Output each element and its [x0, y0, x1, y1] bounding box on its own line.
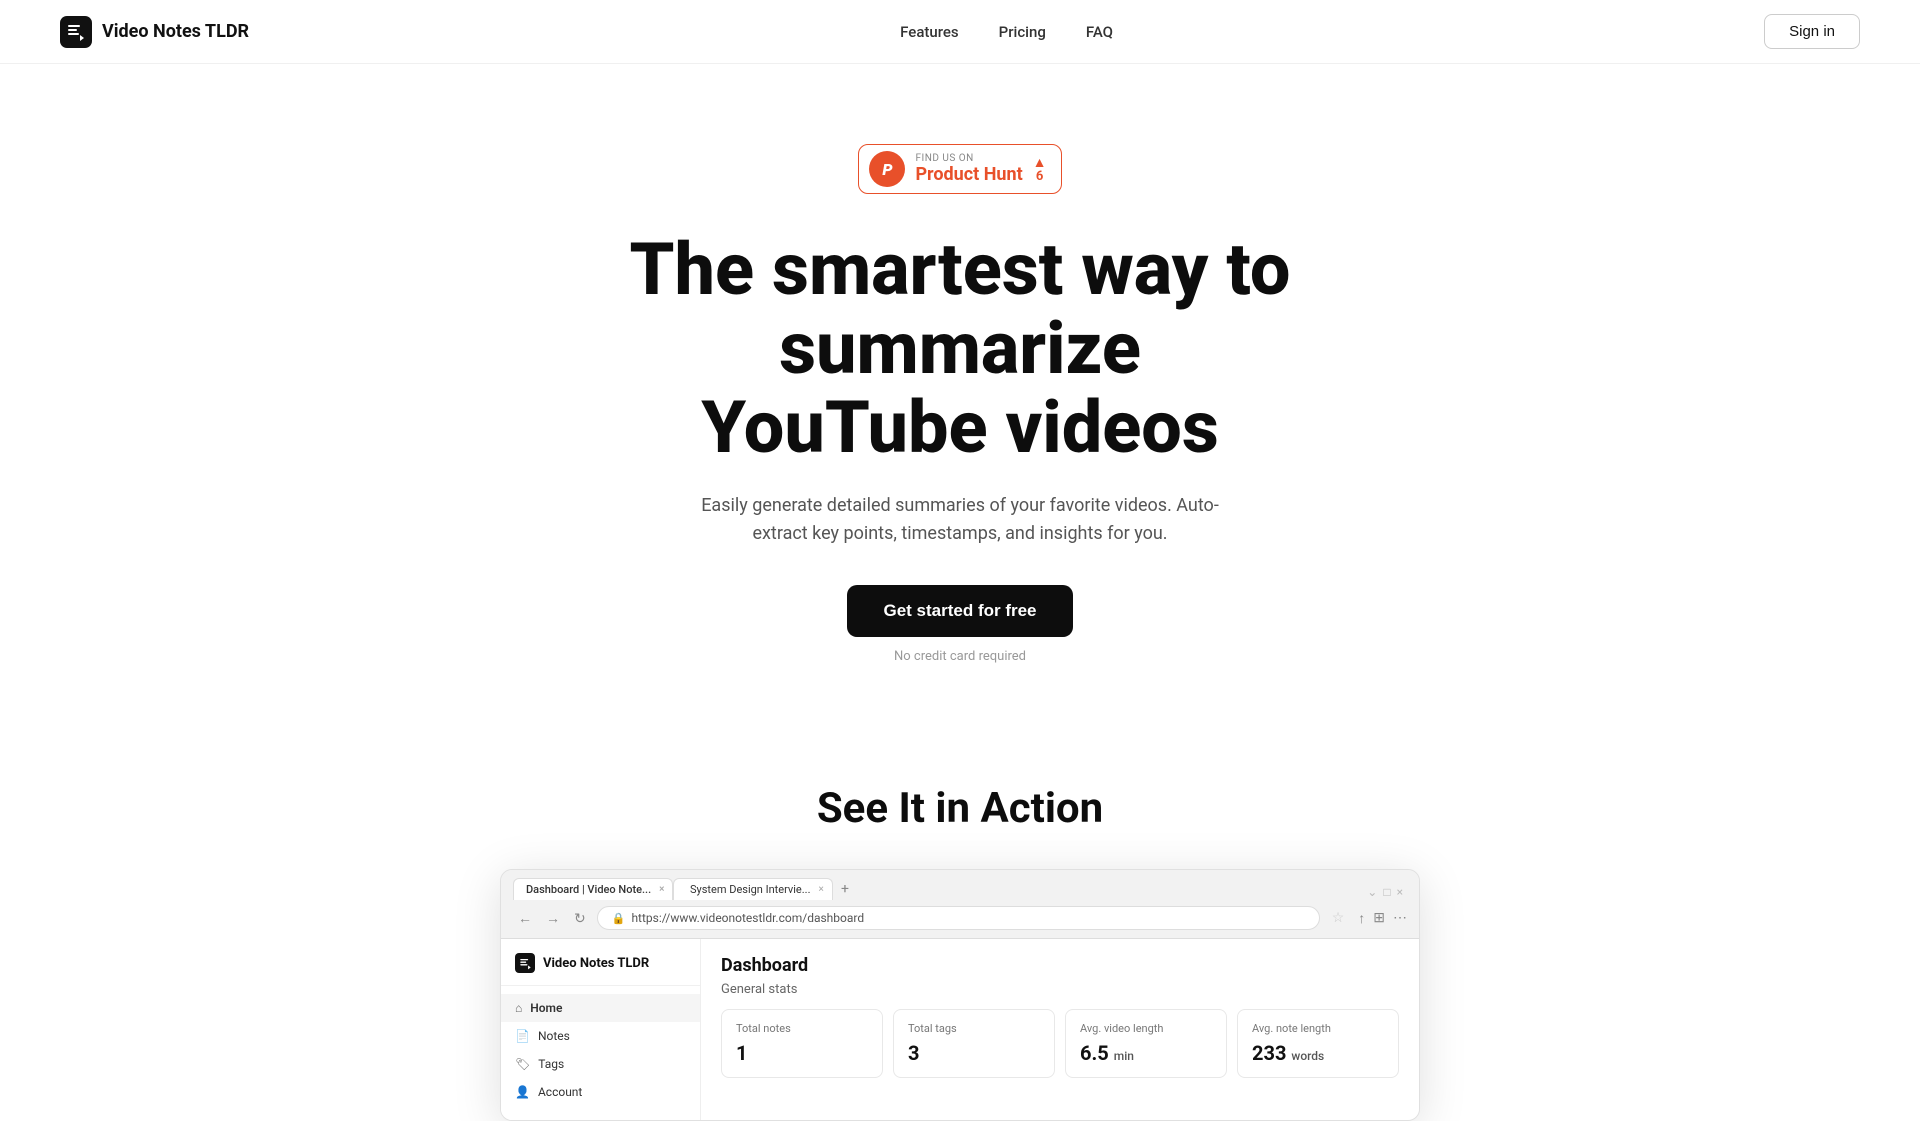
dashboard-title: Dashboard: [721, 955, 1399, 976]
tab-secondary-label: System Design Intervie...: [690, 883, 810, 896]
account-icon: 👤: [515, 1085, 530, 1099]
browser-topbar: Dashboard | Video Note... × System Desig…: [513, 878, 1407, 906]
tab-close-icon-2[interactable]: ×: [818, 884, 823, 895]
hero-subtitle: Easily generate detailed summaries of yo…: [680, 492, 1240, 550]
product-hunt-find-label: FIND US ON: [915, 153, 973, 164]
logo-icon: [60, 16, 92, 48]
app-layout: Video Notes TLDR ⌂ Home 📄 Notes 🏷 Tags 👤…: [501, 939, 1419, 1120]
tab-active-label: Dashboard | Video Note...: [526, 883, 651, 896]
stat-card-tags: Total tags 3: [893, 1009, 1055, 1078]
browser-mockup: Dashboard | Video Note... × System Desig…: [500, 869, 1420, 1121]
sidebar-logo-icon: [515, 953, 535, 973]
product-hunt-upvote: ▲ 6: [1033, 156, 1047, 183]
stat-card-video-length: Avg. video length 6.5 min: [1065, 1009, 1227, 1078]
stat-value-tags: 3: [908, 1041, 1040, 1065]
upvote-count: 6: [1036, 170, 1043, 183]
app-sidebar: Video Notes TLDR ⌂ Home 📄 Notes 🏷 Tags 👤…: [501, 939, 701, 1120]
stat-value-notes: 1: [736, 1041, 868, 1065]
app-main: Dashboard General stats Total notes 1 To…: [701, 939, 1419, 1120]
sidebar-account-label: Account: [538, 1085, 582, 1099]
browser-controls: ← → ↻ 🔒 https://www.videonotestldr.com/d…: [513, 906, 1407, 930]
sidebar-item-home[interactable]: ⌂ Home: [501, 994, 700, 1022]
browser-tab-active[interactable]: Dashboard | Video Note... ×: [513, 878, 673, 900]
sidebar-brand: Video Notes TLDR: [501, 953, 700, 986]
browser-action-icons: ↑ ⊞ ⋯: [1358, 910, 1407, 927]
share-icon[interactable]: ↑: [1358, 910, 1365, 927]
reload-button[interactable]: ↻: [569, 908, 591, 929]
nav-pricing[interactable]: Pricing: [999, 23, 1046, 41]
sidebar-tags-label: Tags: [538, 1057, 564, 1071]
section-title: See It in Action: [817, 784, 1103, 833]
no-credit-card-label: No credit card required: [894, 649, 1026, 664]
sign-in-button[interactable]: Sign in: [1764, 14, 1860, 49]
browser-tabs: Dashboard | Video Note... × System Desig…: [513, 878, 857, 900]
maximize-icon[interactable]: □: [1383, 885, 1390, 899]
browser-window-controls: ⌄ □ ×: [1367, 885, 1403, 899]
stat-label-notes: Total notes: [736, 1022, 868, 1035]
hero-section: P FIND US ON Product Hunt ▲ 6 The smarte…: [0, 64, 1920, 724]
bookmark-icon[interactable]: ☆: [1332, 910, 1345, 926]
minimize-icon[interactable]: ⌄: [1367, 885, 1377, 899]
product-hunt-logo: P: [869, 151, 905, 187]
browser-url-bar[interactable]: 🔒 https://www.videonotestldr.com/dashboa…: [597, 906, 1320, 930]
stat-unit-video-length: min: [1114, 1049, 1134, 1063]
product-hunt-text: FIND US ON Product Hunt: [915, 153, 1022, 186]
stat-card-notes: Total notes 1: [721, 1009, 883, 1078]
nav-faq[interactable]: FAQ: [1086, 23, 1113, 41]
browser-nav-buttons: ← → ↻: [513, 908, 591, 929]
stat-label-note-length: Avg. note length: [1252, 1022, 1384, 1035]
hero-title: The smartest way to summarize YouTube vi…: [510, 230, 1410, 468]
nav-links: Features Pricing FAQ: [900, 22, 1113, 41]
home-icon: ⌂: [515, 1001, 522, 1015]
sidebar-notes-label: Notes: [538, 1029, 570, 1043]
browser-chrome: Dashboard | Video Note... × System Desig…: [501, 870, 1419, 939]
stats-grid: Total notes 1 Total tags 3 Avg. video le…: [721, 1009, 1399, 1078]
url-text: https://www.videonotestldr.com/dashboard: [631, 911, 864, 925]
sidebar-home-label: Home: [530, 1001, 562, 1015]
sidebar-brand-name: Video Notes TLDR: [543, 956, 649, 971]
forward-button[interactable]: →: [541, 908, 565, 928]
back-button[interactable]: ←: [513, 908, 537, 928]
nav-features[interactable]: Features: [900, 23, 958, 41]
browser-tab-secondary[interactable]: System Design Intervie... ×: [673, 878, 833, 900]
navbar: Video Notes TLDR Features Pricing FAQ Si…: [0, 0, 1920, 64]
sidebar-item-notes[interactable]: 📄 Notes: [501, 1022, 700, 1050]
stat-label-tags: Total tags: [908, 1022, 1040, 1035]
hero-title-line1: The smartest way to summarize: [630, 227, 1291, 391]
stat-label-video-length: Avg. video length: [1080, 1022, 1212, 1035]
hero-title-line2: YouTube videos: [701, 385, 1219, 470]
stat-unit-note-length: words: [1291, 1049, 1324, 1063]
product-hunt-badge[interactable]: P FIND US ON Product Hunt ▲ 6: [858, 144, 1061, 194]
sidebar-item-tags[interactable]: 🏷 Tags: [501, 1050, 700, 1078]
sidebar-item-account[interactable]: 👤 Account: [501, 1078, 700, 1106]
nav-logo[interactable]: Video Notes TLDR: [60, 16, 249, 48]
close-window-icon[interactable]: ×: [1397, 885, 1403, 899]
stat-value-note-length: 233 words: [1252, 1041, 1384, 1065]
upvote-arrow: ▲: [1033, 156, 1047, 170]
tab-close-icon[interactable]: ×: [659, 884, 664, 895]
new-tab-button[interactable]: +: [833, 879, 857, 899]
brand-name: Video Notes TLDR: [102, 21, 249, 42]
dashboard-subtitle: General stats: [721, 982, 1399, 997]
product-hunt-name: Product Hunt: [915, 164, 1022, 186]
tags-icon: 🏷: [515, 1057, 530, 1071]
lock-icon: 🔒: [612, 912, 626, 925]
stat-card-note-length: Avg. note length 233 words: [1237, 1009, 1399, 1078]
stat-value-video-length: 6.5 min: [1080, 1041, 1212, 1065]
action-section: See It in Action Dashboard | Video Note.…: [0, 724, 1920, 1121]
menu-icon[interactable]: ⋯: [1393, 910, 1407, 926]
cta-button[interactable]: Get started for free: [847, 585, 1072, 637]
extension-icon[interactable]: ⊞: [1373, 910, 1385, 926]
notes-icon: 📄: [515, 1029, 530, 1043]
